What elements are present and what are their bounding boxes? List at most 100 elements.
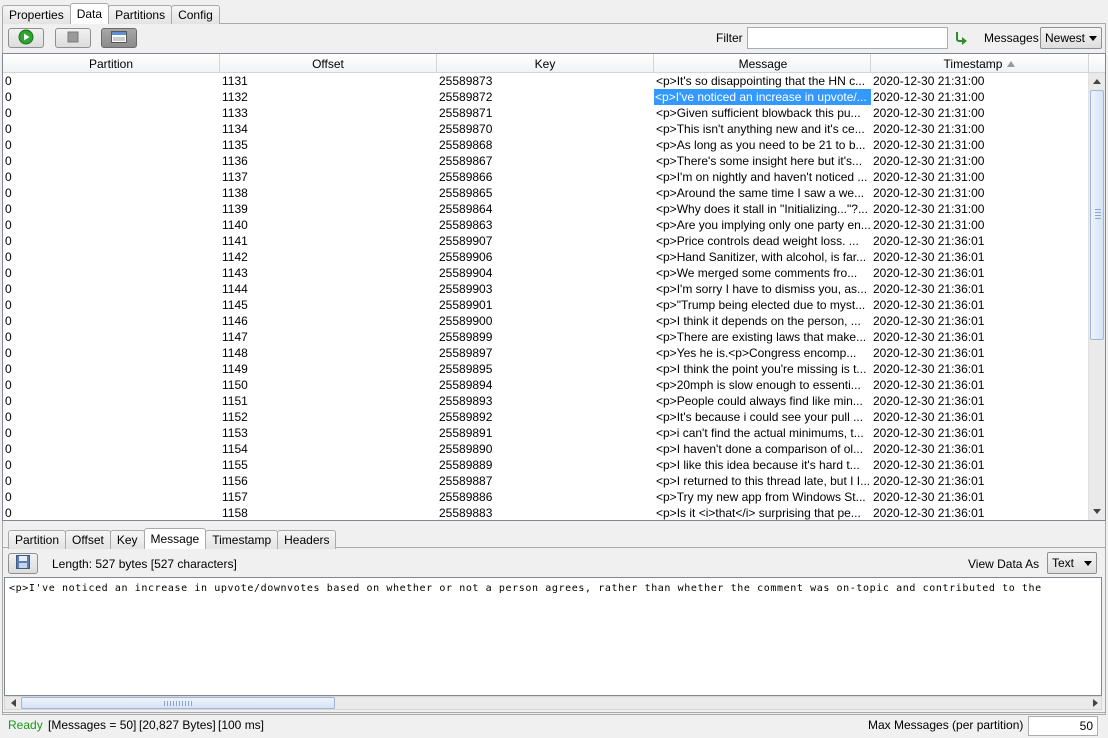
messages-select[interactable]: Newest bbox=[1040, 27, 1102, 49]
cell-timestamp: 2020-12-30 21:36:01 bbox=[873, 490, 985, 504]
cell-key: 25589872 bbox=[439, 90, 493, 104]
cell-timestamp: 2020-12-30 21:36:01 bbox=[873, 458, 985, 472]
table-row[interactable]: 0 1150 25589894 <p>20mph is slow enough to … bbox=[3, 377, 1089, 393]
table-row[interactable]: 0 1134 25589870 <p>This isn't anything new … bbox=[3, 121, 1089, 137]
cell-message: <p>20mph is slow enough to essenti... bbox=[656, 378, 861, 392]
cell-key: 25589873 bbox=[439, 74, 493, 88]
cell-key: 25589870 bbox=[439, 122, 493, 136]
message-content-area[interactable]: <p>I've noticed an increase in upvote/do… bbox=[4, 577, 1102, 696]
cell-message: <p>Price controls dead weight loss. ... bbox=[656, 234, 859, 248]
cell-partition: 0 bbox=[5, 362, 12, 376]
table-row[interactable]: 0 1157 25589886 <p>Try my new app from Wind… bbox=[3, 489, 1089, 505]
apply-filter-icon[interactable] bbox=[954, 30, 968, 46]
tab-key[interactable]: Key bbox=[109, 530, 145, 549]
table-row[interactable]: 0 1155 25589889 <p>I like this idea because… bbox=[3, 457, 1089, 473]
scroll-down-button[interactable] bbox=[1089, 503, 1105, 520]
cell-partition: 0 bbox=[5, 394, 12, 408]
cell-offset: 1140 bbox=[222, 218, 248, 232]
table-row[interactable]: 0 1145 25589901 <p>"Trump being elected due… bbox=[3, 297, 1089, 313]
cell-timestamp: 2020-12-30 21:36:01 bbox=[873, 298, 985, 312]
table-row[interactable]: 0 1138 25589865 <p>Around the same time I s… bbox=[3, 185, 1089, 201]
column-header-partition[interactable]: Partition bbox=[3, 54, 220, 73]
table-row[interactable]: 0 1151 25589893 <p>People could always find… bbox=[3, 393, 1089, 409]
cell-partition: 0 bbox=[5, 202, 12, 216]
chevron-down-icon bbox=[1084, 561, 1092, 566]
view-data-as-select[interactable]: Text bbox=[1047, 552, 1097, 574]
table-row[interactable]: 0 1156 25589887 <p>I returned to this threa… bbox=[3, 473, 1089, 489]
horizontal-scroll-thumb[interactable] bbox=[21, 697, 335, 709]
cell-message: <p>I'm sorry I have to dismiss you, as..… bbox=[656, 282, 868, 296]
scroll-right-button[interactable] bbox=[1087, 697, 1103, 709]
scroll-up-button[interactable] bbox=[1089, 73, 1105, 90]
table-row[interactable]: 0 1146 25589900 <p>I think it depends on th… bbox=[3, 313, 1089, 329]
table-row[interactable]: 0 1143 25589904 <p>We merged some comments … bbox=[3, 265, 1089, 281]
table-row[interactable]: 0 1144 25589903 <p>I'm sorry I have to dism… bbox=[3, 281, 1089, 297]
cell-key: 25589893 bbox=[439, 394, 493, 408]
table-row[interactable]: 0 1135 25589868 <p>As long as you need to b… bbox=[3, 137, 1089, 153]
table-row[interactable]: 0 1132 25589872 <p>I've noticed an increase… bbox=[3, 89, 1089, 105]
cell-partition: 0 bbox=[5, 506, 12, 520]
vertical-scroll-thumb[interactable] bbox=[1090, 90, 1104, 340]
cell-message: <p>Hand Sanitizer, with alcohol, is far.… bbox=[656, 250, 867, 264]
cell-offset: 1154 bbox=[222, 442, 248, 456]
tab-headers[interactable]: Headers bbox=[277, 530, 337, 549]
cell-message: <p>People could always find like min... bbox=[656, 394, 863, 408]
table-row[interactable]: 0 1131 25589873 <p>It's so disappointing th… bbox=[3, 73, 1089, 89]
messages-table: Partition Offset Key Message Timestamp 0… bbox=[2, 53, 1106, 521]
view-data-as-value: Text bbox=[1052, 556, 1075, 570]
cell-timestamp: 2020-12-30 21:36:01 bbox=[873, 266, 985, 280]
filter-input[interactable] bbox=[747, 27, 948, 49]
cell-partition: 0 bbox=[5, 106, 12, 120]
cell-key: 25589867 bbox=[439, 154, 493, 168]
tab-timestamp[interactable]: Timestamp bbox=[205, 530, 279, 549]
column-header-timestamp[interactable]: Timestamp bbox=[871, 54, 1089, 73]
tab-message[interactable]: Message bbox=[143, 528, 207, 549]
tab-offset[interactable]: Offset bbox=[65, 530, 111, 549]
table-row[interactable]: 0 1142 25589906 <p>Hand Sanitizer, with alc… bbox=[3, 249, 1089, 265]
max-messages-input[interactable]: 50 bbox=[1028, 716, 1098, 736]
table-row[interactable]: 0 1139 25589864 <p>Why does it stall in "In… bbox=[3, 201, 1089, 217]
cell-key: 25589903 bbox=[439, 282, 493, 296]
stop-button[interactable] bbox=[55, 28, 91, 48]
table-row[interactable]: 0 1153 25589891 <p>i can't find the actual … bbox=[3, 425, 1089, 441]
cell-offset: 1135 bbox=[222, 138, 248, 152]
start-button[interactable] bbox=[8, 28, 44, 48]
messages-select-value: Newest bbox=[1045, 31, 1086, 45]
column-header-message[interactable]: Message bbox=[654, 54, 871, 73]
cell-offset: 1132 bbox=[222, 90, 248, 104]
cell-timestamp: 2020-12-30 21:31:00 bbox=[873, 138, 985, 152]
cell-partition: 0 bbox=[5, 490, 12, 504]
table-row[interactable]: 0 1154 25589890 <p>I haven't done a compari… bbox=[3, 441, 1089, 457]
table-row[interactable]: 0 1158 25589883 <p>Is it <i>that</i> surpri… bbox=[3, 505, 1089, 520]
tab-config[interactable]: Config bbox=[171, 5, 220, 24]
table-row[interactable]: 0 1137 25589866 <p>I'm on nightly and haven… bbox=[3, 169, 1089, 185]
tab-data[interactable]: Data bbox=[69, 3, 110, 24]
table-row[interactable]: 0 1133 25589871 <p>Given sufficient blowbac… bbox=[3, 105, 1089, 121]
scroll-left-button[interactable] bbox=[5, 697, 21, 709]
tab-partitions[interactable]: Partitions bbox=[108, 5, 173, 24]
vertical-scrollbar[interactable] bbox=[1088, 73, 1105, 520]
table-row[interactable]: 0 1152 25589892 <p>It's because i could see… bbox=[3, 409, 1089, 425]
status-bytes: [20,827 Bytes] bbox=[139, 718, 216, 732]
tab-partition[interactable]: Partition bbox=[8, 530, 67, 549]
cell-message: <p>I like this idea because it's hard t.… bbox=[656, 458, 860, 472]
column-header-key[interactable]: Key bbox=[437, 54, 654, 73]
table-row[interactable]: 0 1147 25589899 <p>There are existing laws … bbox=[3, 329, 1089, 345]
table-row[interactable]: 0 1141 25589907 <p>Price controls dead weig… bbox=[3, 233, 1089, 249]
cell-timestamp: 2020-12-30 21:31:00 bbox=[873, 122, 985, 136]
toggle-detail-view-button[interactable] bbox=[101, 28, 137, 48]
column-header-label: Message bbox=[738, 56, 788, 71]
table-row[interactable]: 0 1136 25589867 <p>There's some insight her… bbox=[3, 153, 1089, 169]
cell-key: 25589892 bbox=[439, 410, 493, 424]
save-button[interactable] bbox=[8, 553, 38, 574]
table-row[interactable]: 0 1149 25589895 <p>I think the point you're… bbox=[3, 361, 1089, 377]
cell-offset: 1148 bbox=[222, 346, 248, 360]
cell-partition: 0 bbox=[5, 74, 12, 88]
horizontal-scrollbar[interactable] bbox=[4, 696, 1102, 710]
column-header-offset[interactable]: Offset bbox=[220, 54, 437, 73]
tab-properties[interactable]: Properties bbox=[2, 5, 71, 24]
table-row[interactable]: 0 1140 25589863 <p>Are you implying only on… bbox=[3, 217, 1089, 233]
cell-key: 25589895 bbox=[439, 362, 493, 376]
table-row[interactable]: 0 1148 25589897 <p>Yes he is.<p>Congress en… bbox=[3, 345, 1089, 361]
cell-partition: 0 bbox=[5, 250, 12, 264]
